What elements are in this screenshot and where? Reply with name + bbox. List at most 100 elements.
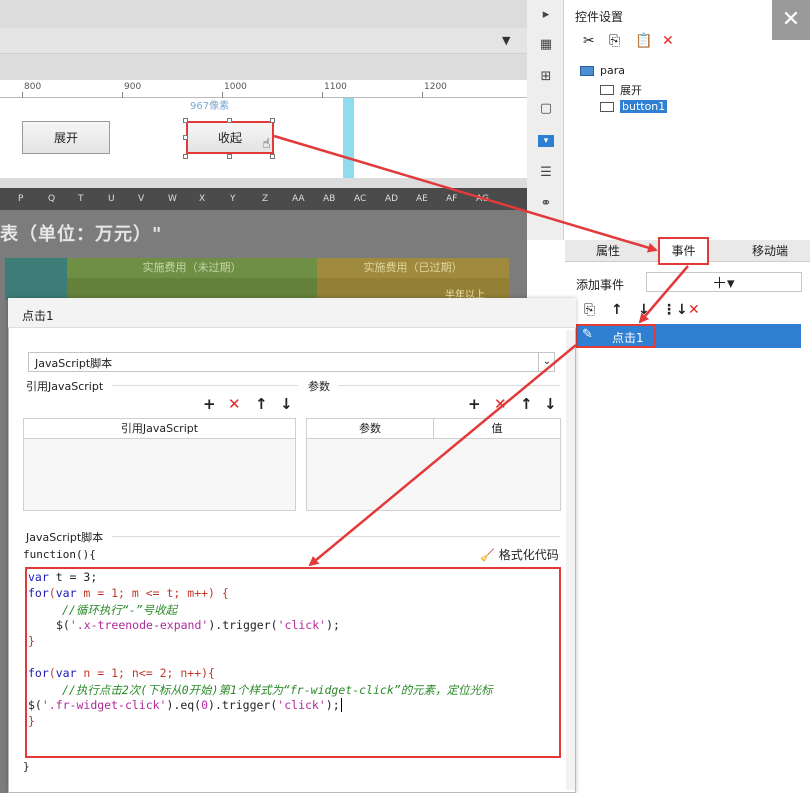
code-line: $('.x-treenode-expand').trigger('click')… [56,618,340,632]
resize-handle[interactable] [270,154,275,159]
column-header: U [108,194,115,204]
expand-button[interactable]: 展开 [22,121,110,154]
stack-icon[interactable]: ☰ [537,164,555,182]
code-comment: //循环执行“-”号收起 [62,603,178,617]
column-header: AE [416,194,428,204]
widget-icon[interactable]: ⊞ [537,68,555,86]
resize-handle[interactable] [227,118,232,123]
panel-title: 控件设置 [575,10,624,24]
chevron-down-icon[interactable]: ⌄ [538,352,555,372]
tree-node-button1[interactable]: button1 [600,100,668,113]
dialog-header [8,298,576,328]
script-section-label: JavaScript脚本 [26,531,104,544]
edit-icon[interactable]: ✎ [582,327,593,342]
tree-node-expand[interactable]: 展开 [600,82,642,98]
code-line: var t = 3; [28,570,98,584]
column-header: Z [262,194,269,204]
ruler-tick: 900 [124,82,142,92]
paste-icon[interactable]: 📋 [635,33,652,49]
cut-icon[interactable]: ✂ [583,33,595,49]
table-header: 值 [434,419,560,439]
code-line: for(var m = 1; m <= t; m++) { [28,586,229,600]
delete-icon[interactable]: ✕ [688,302,700,318]
pin-icon[interactable]: ▼ [502,34,516,48]
delete-icon[interactable]: ✕ [228,395,241,413]
form-icon [580,65,594,76]
column-header: AB [323,194,336,204]
resize-handle[interactable] [183,135,188,140]
params-label: 参数 [308,380,330,393]
horizontal-ruler: 800 900 1000 1100 1200 [0,80,527,98]
resize-handle[interactable] [227,154,232,159]
move-bottom-icon[interactable]: ⋮↓ [662,302,688,318]
column-header: Q [48,194,56,204]
code-comment: //执行点击2次(下标从0开始)第1个样式为“fr-widget-click”的… [62,683,493,697]
pixel-note: 967像素 [190,101,230,112]
header-cell [67,278,317,300]
copy-icon[interactable]: ⎘ [584,302,595,318]
event-item-label: 点击1 [612,331,644,345]
layout-icon[interactable]: ▦ [537,36,555,54]
button-icon [600,85,614,95]
column-header: W [168,194,177,204]
header-cell [5,258,67,300]
arrow-up-icon[interactable]: ↑ [611,302,623,318]
hand-cursor-icon: ☝ [262,136,271,152]
column-header: V [138,194,145,204]
code-line: } [28,714,35,728]
column-header: P [18,194,24,204]
delete-icon[interactable]: ✕ [662,33,674,49]
script-type-select[interactable]: JavaScript脚本 [28,352,555,372]
copy-icon[interactable]: ⎘ [609,33,620,49]
params-table: 参数 值 [306,418,561,511]
column-header: T [78,194,84,204]
arrow-down-icon[interactable]: ↓ [638,302,650,318]
app-window: ▼ 800 900 1000 1100 1200 967像素 展开 收起 ☝ P… [0,0,810,793]
add-icon[interactable]: + [203,395,216,413]
combo-icon[interactable]: ▾ [538,135,554,147]
resize-handle[interactable] [183,154,188,159]
add-icon[interactable]: ＋▾ [712,272,735,293]
column-header: AG [476,194,489,204]
resize-handle[interactable] [270,118,275,123]
tab-events[interactable]: 事件 [658,237,709,265]
function-open: function(){ [23,548,96,561]
ref-js-label: 引用JavaScript [26,380,104,393]
tab-mobile[interactable]: 移动端 [730,240,810,262]
frame-icon[interactable]: ▢ [537,100,555,118]
column-header-row: P Q T U V W X Y Z AA AB AC AD AE AF AG [0,188,527,210]
resize-handle[interactable] [183,118,188,123]
arrow-down-icon[interactable]: ↓ [544,395,557,413]
ref-js-table: 引用JavaScript [23,418,296,511]
tab-properties[interactable]: 属性 [573,240,643,262]
column-header: AD [385,194,399,204]
code-line: for(var n = 1; n<= 2; n++){ [28,666,215,680]
column-header: AA [292,194,305,204]
broom-icon: 🧹 [480,548,495,562]
dialog-scrollbar[interactable] [566,330,575,790]
tree-node-root[interactable]: para [580,64,625,77]
sheet-title: 表（单位：万元）" [0,224,163,245]
dialog-title: 点击1 [22,309,54,323]
ruler-tick: 1000 [224,82,247,92]
close-icon[interactable]: ✕ [772,0,810,40]
collapse-button[interactable]: 收起 [186,121,274,154]
collapse-arrow-icon[interactable]: ▸ [537,6,555,24]
designer-toolbar [0,28,527,54]
delete-icon[interactable]: ✕ [494,395,507,413]
column-header: X [199,194,206,204]
header-cell-green: 实施费用（未过期） [67,258,317,278]
column-header: AF [446,194,458,204]
column-header: Y [230,194,236,204]
table-header: 参数 [307,419,434,439]
function-close: } [23,760,30,773]
guide-bar [343,98,354,178]
arrow-down-icon[interactable]: ↓ [280,395,293,413]
header-cell: 半年以上 [317,278,509,301]
arrow-up-icon[interactable]: ↑ [255,395,268,413]
header-cell-gold: 实施费用（已过期） [317,258,509,278]
add-icon[interactable]: + [468,395,481,413]
arrow-up-icon[interactable]: ↑ [520,395,533,413]
link-icon[interactable]: ⚭ [537,195,555,213]
format-code-button[interactable]: 🧹 格式化代码 [480,546,559,563]
